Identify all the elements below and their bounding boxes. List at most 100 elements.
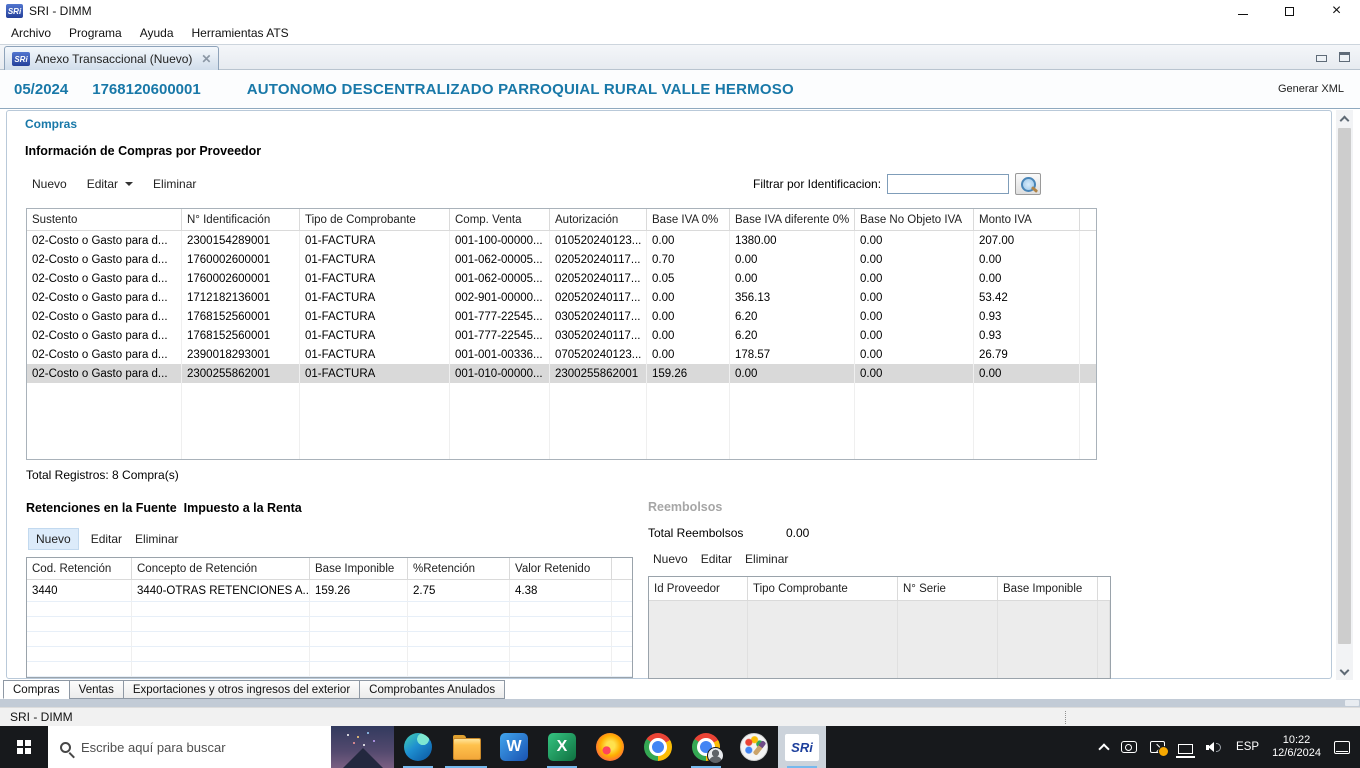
cell[interactable]: 0.93 [974,307,1080,326]
column-header[interactable]: Monto IVA [974,209,1080,231]
table-row[interactable]: 02-Costo o Gasto para d...23002558620010… [27,364,1096,383]
cell[interactable]: 030520240117... [550,307,647,326]
cell[interactable]: 0.00 [730,269,855,288]
editar-dropdown-icon[interactable] [125,182,133,186]
cell[interactable]: 1380.00 [730,231,855,250]
meet-now-icon[interactable] [1121,741,1137,753]
table-row[interactable]: 02-Costo o Gasto para d...17600026000010… [27,250,1096,269]
column-header[interactable]: %Retención [408,558,510,580]
taskbar-search[interactable] [48,726,331,768]
firefox-taskbar-button[interactable] [586,726,634,768]
widgets-thumbnail[interactable] [331,726,394,768]
cell[interactable]: 01-FACTURA [300,345,450,364]
cell[interactable]: 0.05 [647,269,730,288]
cell[interactable]: 02-Costo o Gasto para d... [27,231,182,250]
chrome-profile-taskbar-button[interactable] [682,726,730,768]
column-header[interactable]: Valor Retenido [510,558,612,580]
language-indicator[interactable]: ESP [1236,741,1259,753]
compras-nuevo-button[interactable]: Nuevo [32,177,67,191]
tab-comprobantes-anulados[interactable]: Comprobantes Anulados [359,680,505,699]
cell[interactable]: 0.00 [855,364,974,383]
column-header[interactable]: Base IVA diferente 0% [730,209,855,231]
column-header[interactable]: Comp. Venta [450,209,550,231]
cell[interactable]: 2300154289001 [182,231,300,250]
start-button[interactable] [0,726,48,768]
table-row[interactable]: 02-Costo o Gasto para d...17681525600010… [27,326,1096,345]
column-header[interactable]: Base Imponible [310,558,408,580]
edge-taskbar-button[interactable] [394,726,442,768]
tab-compras[interactable]: Compras [3,680,70,699]
cell[interactable]: 02-Costo o Gasto para d... [27,345,182,364]
cell[interactable]: 020520240117... [550,288,647,307]
cell[interactable]: 0.00 [730,250,855,269]
cell[interactable]: 01-FACTURA [300,250,450,269]
column-header[interactable]: Base No Objeto IVA [855,209,974,231]
retenciones-table[interactable]: Cod. RetenciónConcepto de RetenciónBase … [27,558,632,677]
filter-identification-input[interactable] [887,174,1009,194]
cell[interactable]: 0.00 [974,364,1080,383]
column-header[interactable]: Sustento [27,209,182,231]
cell[interactable]: 002-901-00000... [450,288,550,307]
cell[interactable]: 0.00 [647,345,730,364]
cell[interactable]: 02-Costo o Gasto para d... [27,326,182,345]
retenciones-eliminar-button[interactable]: Eliminar [135,532,178,546]
column-header[interactable]: Tipo Comprobante [748,577,898,601]
cell[interactable]: 02-Costo o Gasto para d... [27,288,182,307]
tab-ventas[interactable]: Ventas [69,680,124,699]
reembolsos-eliminar-button[interactable]: Eliminar [745,552,788,566]
scroll-up-button[interactable] [1336,110,1353,126]
column-header[interactable]: Autorización [550,209,647,231]
cell[interactable]: 02-Costo o Gasto para d... [27,250,182,269]
scroll-down-button[interactable] [1336,664,1353,680]
horizontal-scrollbar[interactable] [0,699,1360,707]
generate-xml-button[interactable]: Generar XML [1278,83,1344,95]
column-header[interactable]: Concepto de Retención [132,558,310,580]
cell[interactable]: 001-062-00005... [450,250,550,269]
cell[interactable]: 010520240123... [550,231,647,250]
vertical-scrollbar[interactable] [1336,110,1353,680]
cell[interactable]: 030520240117... [550,326,647,345]
reembolsos-nuevo-button[interactable]: Nuevo [653,552,688,566]
cell[interactable]: 0.70 [647,250,730,269]
cell[interactable]: 2300255862001 [550,364,647,383]
cell[interactable]: 0.00 [855,269,974,288]
cell[interactable]: 207.00 [974,231,1080,250]
cell[interactable]: 6.20 [730,326,855,345]
column-header[interactable]: Tipo de Comprobante [300,209,450,231]
cell[interactable]: 01-FACTURA [300,364,450,383]
cell[interactable]: 0.00 [855,288,974,307]
cell[interactable]: 0.00 [855,345,974,364]
cell[interactable]: 02-Costo o Gasto para d... [27,269,182,288]
cell[interactable]: 4.38 [510,580,612,602]
compras-editar-button[interactable]: Editar [87,177,133,191]
cell[interactable]: 1760002600001 [182,269,300,288]
cell[interactable]: 1760002600001 [182,250,300,269]
cell[interactable]: 6.20 [730,307,855,326]
cell[interactable]: 159.26 [310,580,408,602]
cell[interactable]: 001-062-00005... [450,269,550,288]
tab-exportaciones[interactable]: Exportaciones y otros ingresos del exter… [123,680,360,699]
cell[interactable]: 001-001-00336... [450,345,550,364]
cell[interactable]: 001-010-00000... [450,364,550,383]
mdi-maximize-icon[interactable] [1339,52,1350,62]
column-header[interactable]: Cod. Retención [27,558,132,580]
cell[interactable]: 3440-OTRAS RETENCIONES A... [132,580,310,602]
search-icon[interactable] [1015,173,1041,195]
column-header[interactable]: N° Serie [898,577,998,601]
column-header[interactable]: Id Proveedor [649,577,748,601]
cell[interactable]: 01-FACTURA [300,231,450,250]
cell[interactable]: 001-100-00000... [450,231,550,250]
retenciones-nuevo-button[interactable]: Nuevo [29,529,78,549]
menu-ayuda[interactable]: Ayuda [131,24,183,42]
tray-expand-icon[interactable] [1098,743,1109,754]
scrollbar-thumb[interactable] [1338,128,1351,644]
clock[interactable]: 10:22 12/6/2024 [1272,734,1321,760]
action-center-icon[interactable] [1334,741,1350,754]
reembolsos-table[interactable]: Id ProveedorTipo ComprobanteN° SerieBase… [649,577,1110,678]
table-row[interactable]: 02-Costo o Gasto para d...1760002600001 0… [27,269,1096,288]
cell[interactable]: 1712182136001 [182,288,300,307]
cell[interactable]: 02-Costo o Gasto para d... [27,364,182,383]
column-header[interactable]: N° Identificación [182,209,300,231]
minimize-button[interactable] [1219,0,1266,22]
cell[interactable]: 070520240123... [550,345,647,364]
